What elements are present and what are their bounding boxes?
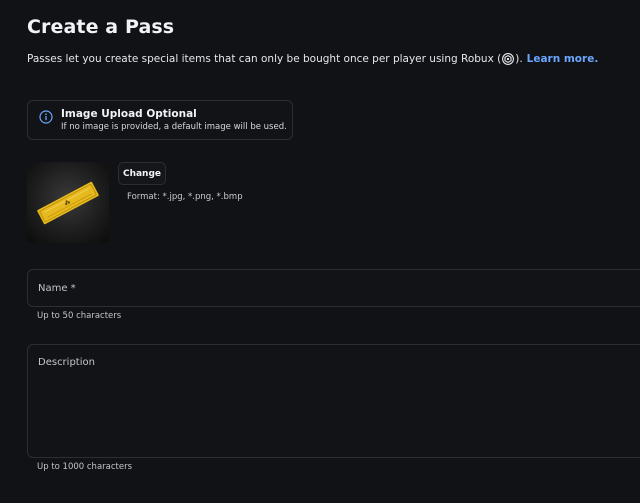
create-pass-page: Create a Pass Passes let you create spec… xyxy=(0,0,640,503)
image-upload-notice: Image Upload Optional If no image is pro… xyxy=(27,100,293,140)
description-placeholder: Description xyxy=(38,357,95,368)
robux-icon xyxy=(502,53,515,65)
description-field[interactable]: Description xyxy=(27,344,640,458)
page-subtitle: Passes let you create special items that… xyxy=(27,53,598,65)
name-hint: Up to 50 characters xyxy=(37,311,122,321)
pass-thumbnail xyxy=(27,162,109,243)
subtitle-close: ). xyxy=(515,53,523,65)
learn-more-link[interactable]: Learn more. xyxy=(527,53,599,65)
name-field[interactable]: Name * xyxy=(27,269,640,307)
subtitle-text: Passes let you create special items that… xyxy=(27,53,502,65)
info-icon xyxy=(39,110,53,124)
notice-title: Image Upload Optional xyxy=(61,108,197,120)
name-placeholder: Name * xyxy=(38,283,76,294)
notice-text: If no image is provided, a default image… xyxy=(61,122,287,132)
pass-ticket-image xyxy=(37,181,99,225)
image-format-hint: Format: *.jpg, *.png, *.bmp xyxy=(127,192,243,202)
description-hint: Up to 1000 characters xyxy=(37,462,133,472)
change-image-button[interactable]: Change xyxy=(118,162,166,185)
page-title: Create a Pass xyxy=(27,16,175,38)
